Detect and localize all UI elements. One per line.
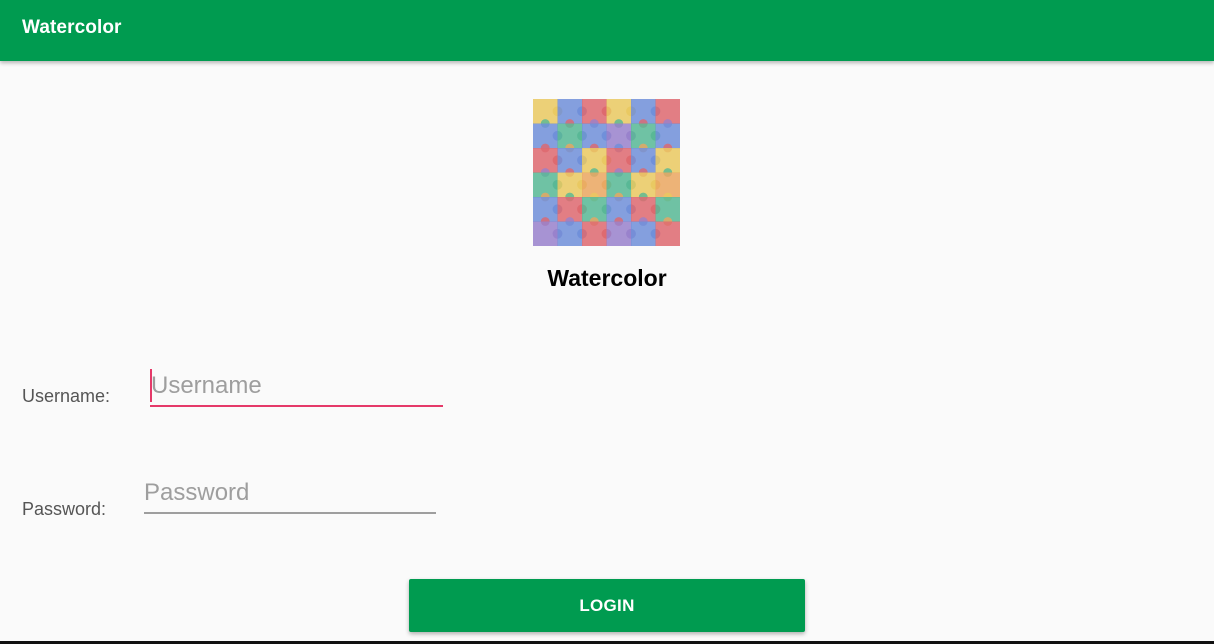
username-underline [150, 405, 443, 407]
puzzle-logo-graphic [533, 99, 680, 246]
password-input[interactable] [144, 477, 436, 509]
username-label: Username: [22, 386, 111, 406]
login-button[interactable]: LOGIN [409, 579, 805, 632]
text-cursor [150, 369, 152, 402]
watercolor-wash [533, 99, 680, 246]
puzzle-logo-icon [533, 99, 680, 246]
username-input[interactable] [151, 370, 441, 402]
app-bar: Watercolor [0, 0, 1214, 61]
app-bar-title: Watercolor [22, 17, 122, 38]
password-label: Password: [22, 499, 107, 519]
password-underline [144, 512, 436, 514]
brand-title: Watercolor [547, 265, 667, 291]
login-screen: Watercolor Watercolor Username: Password… [0, 0, 1214, 644]
